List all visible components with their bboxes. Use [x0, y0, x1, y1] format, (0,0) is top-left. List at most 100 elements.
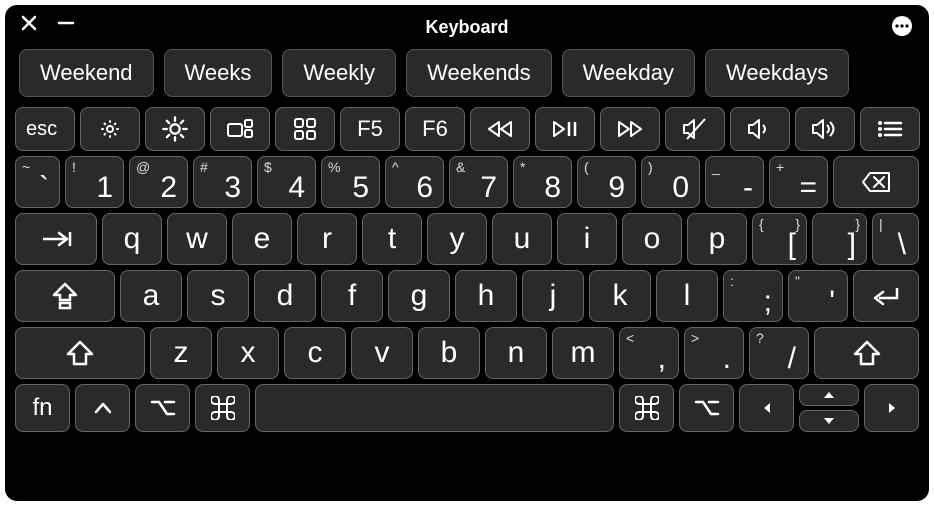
slash-key[interactable]: ?/ [749, 327, 809, 379]
rewind-icon [486, 119, 514, 139]
suggestion-bar: Weekend Weeks Weekly Weekends Weekday We… [19, 49, 915, 97]
key-7[interactable]: &7 [449, 156, 508, 208]
fn-key[interactable]: fn [15, 384, 70, 432]
suggestion-item[interactable]: Weekdays [705, 49, 849, 97]
key-w[interactable]: w [167, 213, 227, 265]
key-g[interactable]: g [388, 270, 450, 322]
left-command-key[interactable] [195, 384, 250, 432]
key-f[interactable]: f [321, 270, 383, 322]
f5-key[interactable]: F5 [340, 107, 400, 151]
left-option-key[interactable] [135, 384, 190, 432]
shift-icon [66, 340, 94, 366]
key-i[interactable]: i [557, 213, 617, 265]
arrow-up-key[interactable] [799, 384, 859, 406]
key-h[interactable]: h [455, 270, 517, 322]
key-a[interactable]: a [120, 270, 182, 322]
suggestion-item[interactable]: Weekends [406, 49, 552, 97]
right-shift-key[interactable] [814, 327, 919, 379]
launchpad-icon [293, 117, 317, 141]
launchpad-key[interactable] [275, 107, 335, 151]
backslash-key[interactable]: |\ [872, 213, 919, 265]
key-j[interactable]: j [522, 270, 584, 322]
arrow-left-icon [761, 402, 773, 414]
backtick-key[interactable]: ~` [15, 156, 60, 208]
minimize-icon[interactable] [57, 15, 75, 31]
right-command-key[interactable] [619, 384, 674, 432]
right-option-key[interactable] [679, 384, 734, 432]
suggestion-item[interactable]: Weeks [164, 49, 273, 97]
arrow-down-icon [823, 416, 835, 426]
left-shift-key[interactable] [15, 327, 145, 379]
equals-key[interactable]: += [769, 156, 828, 208]
key-u[interactable]: u [492, 213, 552, 265]
number-row: ~` !1 @2 #3 $4 %5 ^6 &7 *8 (9 )0 _- += [15, 156, 919, 208]
key-6[interactable]: ^6 [385, 156, 444, 208]
arrow-up-icon [823, 390, 835, 400]
option-icon [150, 399, 176, 417]
control-key[interactable] [75, 384, 130, 432]
key-d[interactable]: d [254, 270, 316, 322]
escape-key[interactable]: esc [15, 107, 75, 151]
arrow-down-key[interactable] [799, 410, 859, 432]
volume-up-key[interactable] [795, 107, 855, 151]
volume-down-key[interactable] [730, 107, 790, 151]
backspace-key[interactable] [833, 156, 919, 208]
f6-key[interactable]: F6 [405, 107, 465, 151]
key-c[interactable]: c [284, 327, 346, 379]
key-m[interactable]: m [552, 327, 614, 379]
caps-lock-key[interactable] [15, 270, 115, 322]
fast-forward-key[interactable] [600, 107, 660, 151]
key-e[interactable]: e [232, 213, 292, 265]
key-n[interactable]: n [485, 327, 547, 379]
play-pause-key[interactable] [535, 107, 595, 151]
key-b[interactable]: b [418, 327, 480, 379]
key-8[interactable]: *8 [513, 156, 572, 208]
suggestion-item[interactable]: Weekly [282, 49, 396, 97]
key-y[interactable]: y [427, 213, 487, 265]
key-0[interactable]: )0 [641, 156, 700, 208]
mute-key[interactable] [665, 107, 725, 151]
brightness-down-icon [98, 117, 122, 141]
suggestion-item[interactable]: Weekday [562, 49, 695, 97]
semicolon-key[interactable]: :; [723, 270, 783, 322]
key-x[interactable]: x [217, 327, 279, 379]
list-key[interactable] [860, 107, 920, 151]
key-v[interactable]: v [351, 327, 413, 379]
keyboard-window: Keyboard Weekend Weeks Weekly Weekends W… [5, 5, 929, 501]
suggestion-item[interactable]: Weekend [19, 49, 154, 97]
key-1[interactable]: !1 [65, 156, 124, 208]
key-r[interactable]: r [297, 213, 357, 265]
key-p[interactable]: p [687, 213, 747, 265]
rewind-key[interactable] [470, 107, 530, 151]
brightness-down-key[interactable] [80, 107, 140, 151]
close-icon[interactable] [21, 15, 37, 31]
tab-key[interactable] [15, 213, 97, 265]
comma-key[interactable]: <, [619, 327, 679, 379]
mission-control-key[interactable] [210, 107, 270, 151]
key-9[interactable]: (9 [577, 156, 636, 208]
key-o[interactable]: o [622, 213, 682, 265]
key-4[interactable]: $4 [257, 156, 316, 208]
key-z[interactable]: z [150, 327, 212, 379]
right-bracket-key[interactable]: }] [812, 213, 867, 265]
key-q[interactable]: q [102, 213, 162, 265]
key-l[interactable]: l [656, 270, 718, 322]
left-bracket-key[interactable]: {}[ [752, 213, 807, 265]
key-2[interactable]: @2 [129, 156, 188, 208]
minus-key[interactable]: _- [705, 156, 764, 208]
volume-down-icon [746, 117, 774, 141]
quote-key[interactable]: "' [788, 270, 848, 322]
more-icon[interactable] [891, 15, 913, 37]
arrow-left-key[interactable] [739, 384, 794, 432]
key-5[interactable]: %5 [321, 156, 380, 208]
key-k[interactable]: k [589, 270, 651, 322]
key-t[interactable]: t [362, 213, 422, 265]
key-3[interactable]: #3 [193, 156, 252, 208]
return-key[interactable] [853, 270, 919, 322]
key-s[interactable]: s [187, 270, 249, 322]
period-key[interactable]: >. [684, 327, 744, 379]
arrow-right-key[interactable] [864, 384, 919, 432]
spacebar-key[interactable] [255, 384, 614, 432]
qwerty-row: q w e r t y u i o p {}[ }] |\ [15, 213, 919, 265]
brightness-up-key[interactable] [145, 107, 205, 151]
